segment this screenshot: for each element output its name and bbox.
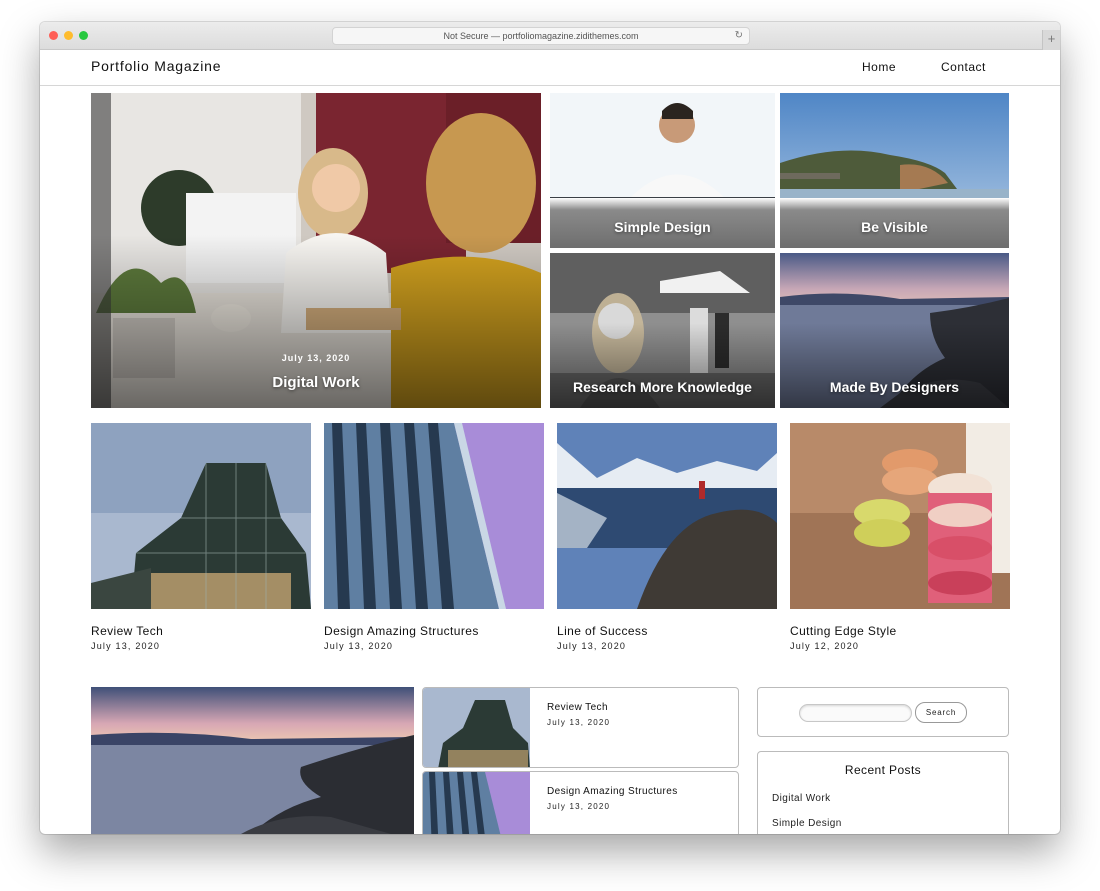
hero-tile-be-visible[interactable]: Be Visible (780, 93, 1009, 248)
tower-facade-image (324, 423, 544, 609)
recent-posts-title: Recent Posts (844, 763, 922, 777)
site-header: Portfolio Magazine Home Contact (40, 50, 1060, 86)
card-date: July 13, 2020 (557, 641, 627, 651)
card-title[interactable]: Design Amazing Structures (324, 624, 479, 638)
minimize-window-button[interactable] (64, 31, 73, 40)
new-tab-button[interactable]: + (1042, 30, 1060, 50)
side-list-item[interactable]: Design Amazing Structures July 13, 2020 (422, 771, 739, 834)
hero-tile-research[interactable]: Research More Knowledge (550, 253, 775, 408)
hero-tile-made-by-designers[interactable]: Made By Designers (780, 253, 1009, 408)
site-brand-link[interactable]: Portfolio Magazine (91, 58, 221, 74)
hero-main-date: July 13, 2020 (281, 353, 351, 363)
hero-tile-title[interactable]: Made By Designers (780, 379, 1009, 395)
browser-window: Not Secure — portfoliomagazine.ziditheme… (40, 22, 1060, 834)
search-widget: Search (757, 687, 1009, 737)
side-list-date: July 13, 2020 (547, 718, 611, 727)
hero-main-title[interactable]: Digital Work (91, 374, 541, 391)
card-title[interactable]: Review Tech (91, 624, 163, 638)
card-image-line-of-success[interactable] (557, 423, 777, 609)
hero-tile-simple-design[interactable]: Simple Design (550, 93, 775, 248)
card-title[interactable]: Cutting Edge Style (790, 624, 897, 638)
side-list-title[interactable]: Design Amazing Structures (547, 786, 678, 797)
card-title[interactable]: Line of Success (557, 624, 648, 638)
zoom-window-button[interactable] (79, 31, 88, 40)
card-image-cutting-edge[interactable] (790, 423, 1010, 609)
made-by-designers-overlay (780, 322, 1009, 408)
macarons-image (790, 423, 1010, 609)
search-input[interactable] (799, 704, 912, 722)
recent-post-link[interactable]: Simple Design (772, 818, 842, 829)
hero-tile-title[interactable]: Research More Knowledge (550, 379, 775, 395)
side-list-date: July 13, 2020 (547, 802, 611, 811)
search-button[interactable]: Search (915, 702, 967, 723)
hero-tile-title[interactable]: Be Visible (780, 219, 1009, 235)
nav-contact-link[interactable]: Contact (941, 60, 986, 74)
hero-main-post[interactable]: July 13, 2020 Digital Work (91, 93, 541, 408)
card-image-review-tech[interactable] (91, 423, 311, 609)
close-window-button[interactable] (49, 31, 58, 40)
glass-building-thumb (423, 688, 530, 767)
card-date: July 12, 2020 (790, 641, 860, 651)
address-bar-text: Not Secure — portfoliomagazine.ziditheme… (443, 31, 639, 41)
reload-icon[interactable]: ↻ (735, 28, 743, 44)
side-list-title[interactable]: Review Tech (547, 702, 608, 713)
recent-posts-widget: Recent Posts Digital Work Simple Design (757, 751, 1009, 834)
featured-image[interactable] (91, 687, 414, 834)
tower-facade-thumb (423, 772, 530, 834)
address-bar[interactable]: Not Secure — portfoliomagazine.ziditheme… (332, 27, 750, 45)
recent-post-link[interactable]: Digital Work (772, 793, 831, 804)
nav-home-link[interactable]: Home (862, 60, 896, 74)
coast-sunset-image (91, 687, 414, 834)
research-overlay (550, 322, 775, 408)
browser-titlebar: Not Secure — portfoliomagazine.ziditheme… (40, 22, 1060, 50)
glass-building-image (91, 423, 311, 609)
mountain-lake-image (557, 423, 777, 609)
card-image-design-structures[interactable] (324, 423, 544, 609)
side-thumb (423, 772, 530, 834)
hero-tile-title[interactable]: Simple Design (550, 219, 775, 235)
side-thumb (423, 688, 530, 767)
side-list-item[interactable]: Review Tech July 13, 2020 (422, 687, 739, 768)
card-date: July 13, 2020 (91, 641, 161, 651)
card-date: July 13, 2020 (324, 641, 394, 651)
